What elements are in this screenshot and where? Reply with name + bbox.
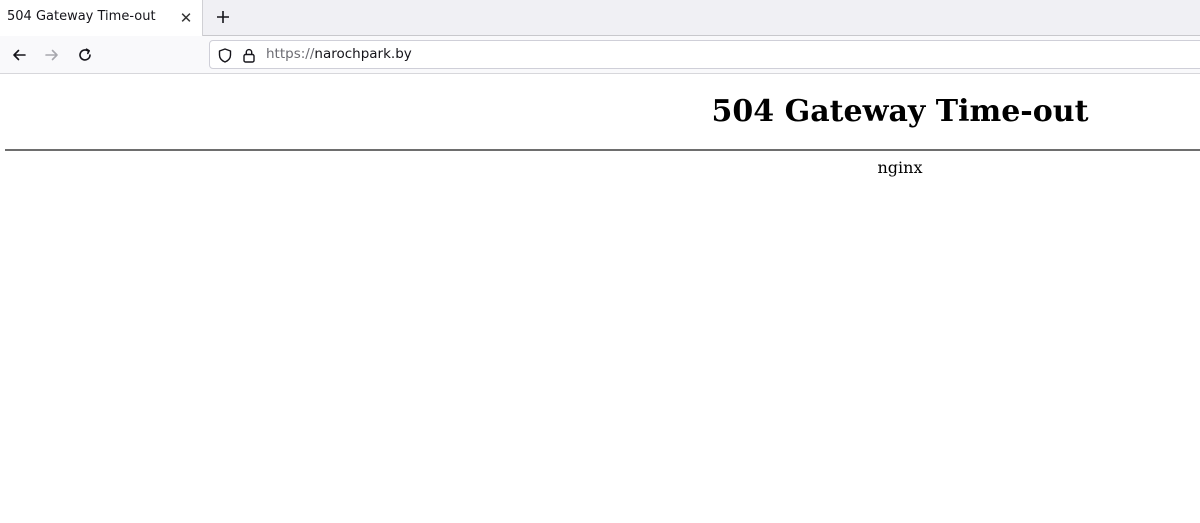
navigation-toolbar: https://narochpark.by [0, 36, 1200, 74]
shield-icon[interactable] [217, 47, 233, 63]
plus-icon-glyph [217, 11, 229, 23]
close-icon[interactable]: ✕ [176, 8, 196, 28]
url-bar[interactable]: https://narochpark.by [209, 40, 1200, 69]
divider [5, 149, 1200, 151]
page-title: 504 Gateway Time-out [711, 94, 1089, 129]
tab-title: 504 Gateway Time-out [7, 9, 156, 24]
forward-button[interactable] [39, 42, 65, 68]
tab-strip: 504 Gateway Time-out ✕ [0, 0, 1200, 36]
arrow-left-icon [13, 49, 26, 61]
url-scheme: https:// [266, 46, 315, 62]
url-text[interactable]: https://narochpark.by [266, 46, 412, 62]
shield-icon-glyph [218, 47, 232, 63]
reload-icon [79, 48, 91, 61]
tab-active[interactable]: 504 Gateway Time-out ✕ [0, 0, 203, 36]
server-name: nginx [877, 158, 923, 177]
back-button[interactable] [6, 42, 32, 68]
page-content: 504 Gateway Time-out nginx [0, 74, 1200, 523]
arrow-right-icon [45, 49, 58, 61]
reload-button[interactable] [72, 42, 98, 68]
lock-icon-glyph [243, 48, 255, 63]
lock-icon[interactable] [241, 47, 257, 63]
plus-icon[interactable] [211, 6, 235, 30]
url-host: narochpark.by [314, 46, 412, 62]
